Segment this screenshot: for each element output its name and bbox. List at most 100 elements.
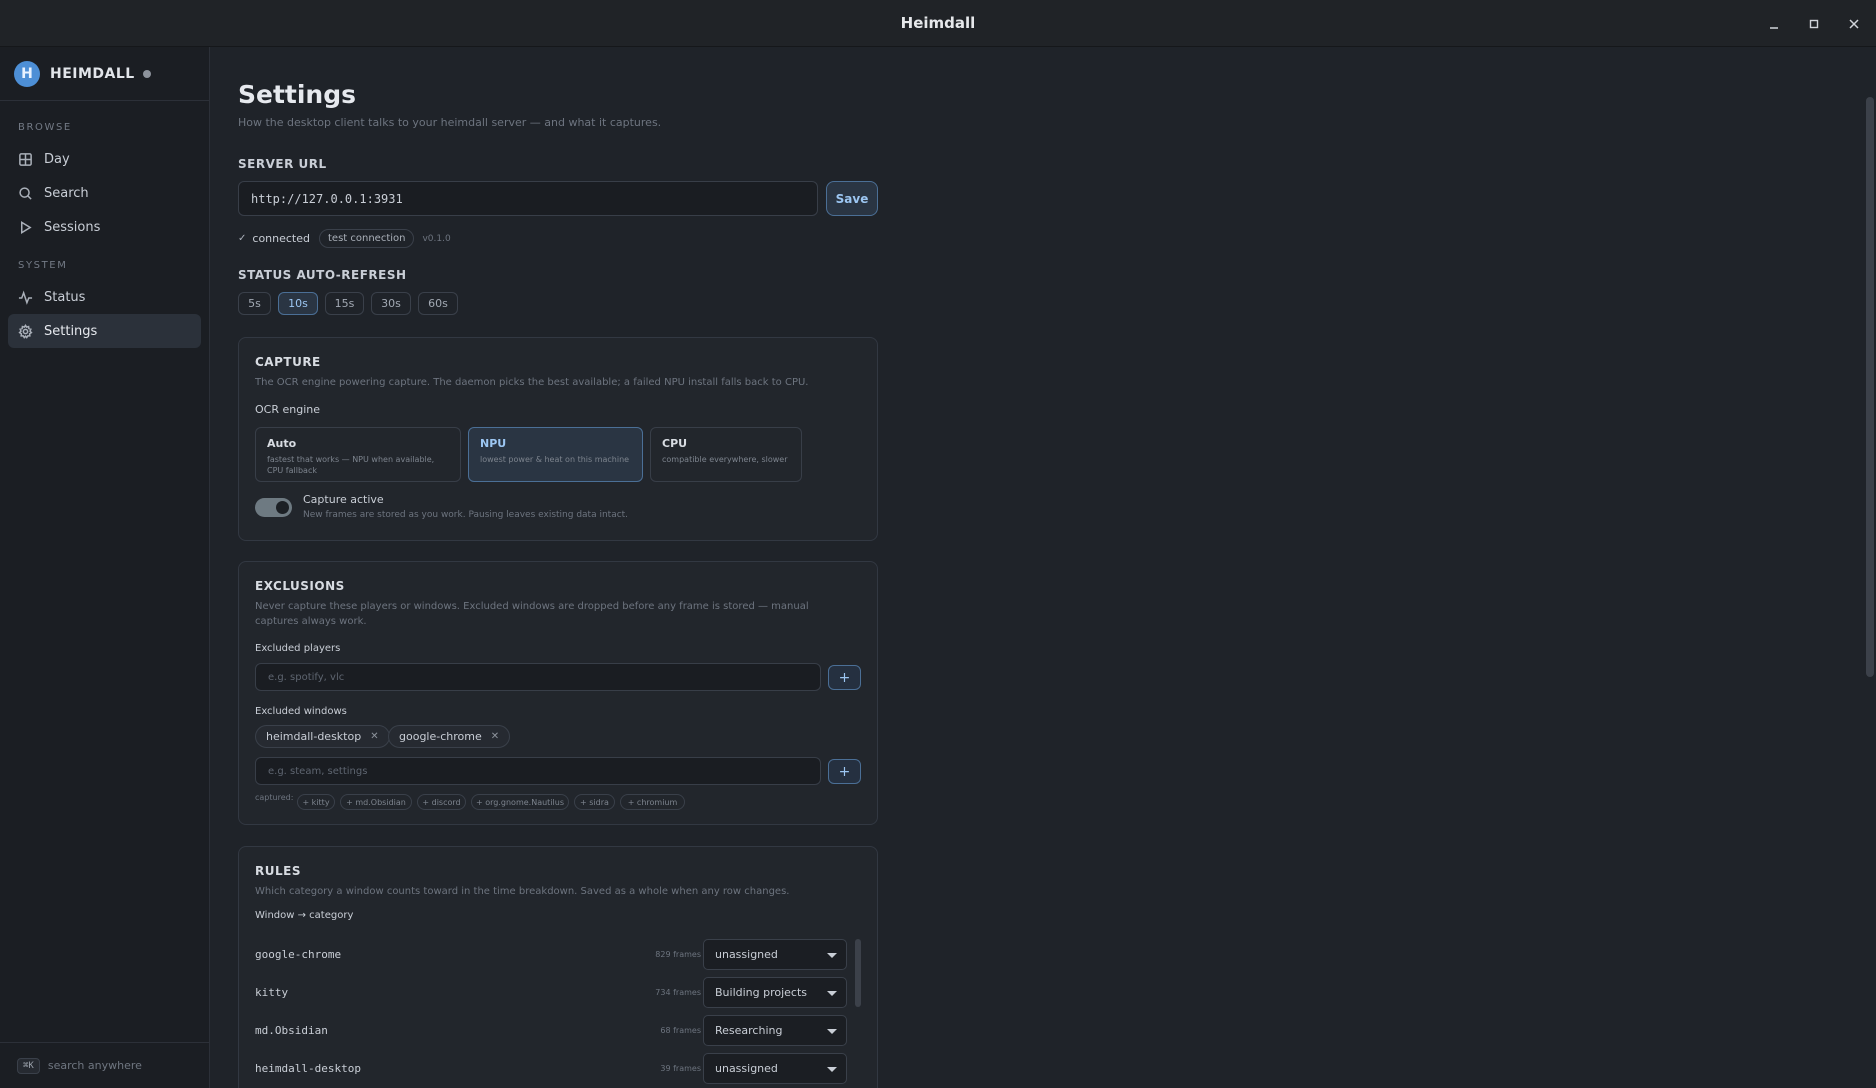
sidebar: H HEIMDALL BROWSE Day Search Sessions SY… xyxy=(0,47,210,1088)
capture-description: The OCR engine powering capture. The dae… xyxy=(255,377,809,388)
server-url-label: SERVER URL xyxy=(238,157,327,171)
captured-suggestion-chip[interactable]: + md.Obsidian xyxy=(340,794,412,810)
page-subtitle: How the desktop client talks to your hei… xyxy=(238,116,662,129)
rule-row: kitty 734 frames Building projects xyxy=(255,977,851,1009)
search-icon xyxy=(19,186,32,200)
sidebar-item-search[interactable]: Search xyxy=(8,176,201,210)
rule-window-name: google-chrome xyxy=(255,948,342,961)
engine-option-desc: fastest that works — NPU when available,… xyxy=(267,455,435,475)
refresh-option-10s[interactable]: 10s xyxy=(278,292,318,315)
window-title: Heimdall xyxy=(900,14,976,32)
sidebar-item-sessions[interactable]: Sessions xyxy=(8,210,201,244)
play-icon xyxy=(21,220,32,234)
check-icon: ✓ xyxy=(238,233,247,244)
category-select-value: unassigned xyxy=(715,948,778,961)
capture-title: CAPTURE xyxy=(255,355,321,369)
engine-option-npu[interactable]: NPU lowest power & heat on this machine xyxy=(468,427,643,482)
chip-label: heimdall-desktop xyxy=(266,730,362,743)
refresh-option-15s[interactable]: 15s xyxy=(325,292,364,315)
activity-icon xyxy=(18,290,33,305)
rule-frame-count: 829 frames xyxy=(655,950,701,959)
engine-option-cpu[interactable]: CPU compatible everywhere, slower xyxy=(650,427,802,482)
page-scrollbar[interactable] xyxy=(1864,47,1876,1088)
captured-suggestion-chip[interactable]: + discord xyxy=(417,794,466,810)
window-category-label: Window → category xyxy=(255,910,354,921)
sidebar-item-day[interactable]: Day xyxy=(8,142,201,176)
capture-active-desc: New frames are stored as you work. Pausi… xyxy=(303,510,629,520)
excluded-window-chip: google-chrome ✕ xyxy=(388,725,511,748)
excluded-windows-input[interactable]: e.g. steam, settings xyxy=(255,757,821,785)
section-label-system: SYSTEM xyxy=(18,260,68,271)
excluded-window-chip: heimdall-desktop ✕ xyxy=(255,725,390,748)
remove-chip-icon[interactable]: ✕ xyxy=(491,731,499,742)
remove-chip-icon[interactable]: ✕ xyxy=(370,731,378,742)
engine-option-desc: lowest power & heat on this machine xyxy=(480,455,630,464)
rule-frame-count: 39 frames xyxy=(660,1064,701,1073)
capture-active-label: Capture active xyxy=(303,493,384,506)
capture-active-toggle[interactable] xyxy=(255,498,292,517)
gear-icon xyxy=(18,323,33,339)
engine-option-title: Auto xyxy=(267,437,297,450)
sidebar-item-settings[interactable]: Settings xyxy=(8,314,201,348)
minimize-icon[interactable] xyxy=(1754,0,1794,47)
global-search-hint[interactable]: ⌘K search anywhere xyxy=(0,1042,209,1088)
maximize-icon[interactable] xyxy=(1794,0,1834,47)
server-url-input[interactable]: http://127.0.0.1:3931 xyxy=(238,181,818,216)
engine-option-title: NPU xyxy=(480,437,507,450)
section-label-browse: BROWSE xyxy=(18,122,72,133)
sidebar-item-label: Day xyxy=(44,151,70,167)
category-select-value: Building projects xyxy=(715,986,808,999)
close-icon[interactable] xyxy=(1834,0,1874,47)
exclusions-description: Never capture these players or windows. … xyxy=(255,601,809,627)
excluded-windows-label: Excluded windows xyxy=(255,706,347,717)
rules-card: RULES Which category a window counts tow… xyxy=(238,846,878,1088)
engine-option-auto[interactable]: Auto fastest that works — NPU when avail… xyxy=(255,427,461,482)
category-select[interactable]: Building projects xyxy=(703,977,847,1008)
captured-label: captured: xyxy=(255,793,294,802)
category-select[interactable]: unassigned xyxy=(703,939,847,970)
captured-suggestion-chip[interactable]: + kitty xyxy=(297,794,335,810)
page-scrollbar-thumb[interactable] xyxy=(1866,97,1874,677)
page-title: Settings xyxy=(238,80,357,109)
captured-suggestion-chip[interactable]: + org.gnome.Nautilus xyxy=(471,794,569,810)
chevron-down-icon xyxy=(827,953,837,958)
category-select[interactable]: unassigned xyxy=(703,1053,847,1084)
rule-row: google-chrome 829 frames unassigned xyxy=(255,939,851,971)
refresh-option-30s[interactable]: 30s xyxy=(371,292,411,315)
category-select-value: unassigned xyxy=(715,1062,778,1075)
exclusions-title: EXCLUSIONS xyxy=(255,579,345,593)
rule-row: heimdall-desktop 39 frames unassigned xyxy=(255,1053,851,1085)
rule-window-name: heimdall-desktop xyxy=(255,1062,361,1075)
title-bar: Heimdall xyxy=(0,0,1876,47)
shortcut-badge: ⌘K xyxy=(17,1057,40,1074)
ocr-engine-label: OCR engine xyxy=(255,403,320,416)
brand[interactable]: H HEIMDALL xyxy=(0,47,209,101)
chevron-down-icon xyxy=(827,991,837,996)
rule-window-name: kitty xyxy=(255,986,289,999)
sidebar-item-label: Sessions xyxy=(44,219,101,235)
excluded-players-input[interactable]: e.g. spotify, vlc xyxy=(255,663,821,691)
refresh-option-5s[interactable]: 5s xyxy=(238,292,271,315)
exclusions-card: EXCLUSIONS Never capture these players o… xyxy=(238,561,878,825)
rules-title: RULES xyxy=(255,864,301,878)
chip-label: google-chrome xyxy=(399,730,482,743)
rule-row: md.Obsidian 68 frames Researching xyxy=(255,1015,851,1047)
save-button[interactable]: Save xyxy=(826,181,878,216)
add-player-button[interactable]: + xyxy=(828,665,861,690)
refresh-option-60s[interactable]: 60s xyxy=(418,292,458,315)
rules-scrollbar[interactable] xyxy=(855,939,861,1007)
sidebar-item-status[interactable]: Status xyxy=(8,280,201,314)
rule-frame-count: 68 frames xyxy=(660,1026,701,1035)
category-select-value: Researching xyxy=(715,1024,783,1037)
rule-frame-count: 734 frames xyxy=(655,988,701,997)
engine-option-desc: compatible everywhere, slower xyxy=(662,455,788,464)
captured-suggestion-chip[interactable]: + sidra xyxy=(574,794,615,810)
sidebar-item-label: Settings xyxy=(44,323,98,339)
excluded-players-label: Excluded players xyxy=(255,643,341,654)
test-connection-button[interactable]: test connection xyxy=(319,229,415,248)
captured-suggestion-chip[interactable]: + chromium xyxy=(620,794,685,810)
add-window-button[interactable]: + xyxy=(828,759,861,784)
chevron-down-icon xyxy=(827,1029,837,1034)
category-select[interactable]: Researching xyxy=(703,1015,847,1046)
auto-refresh-label: STATUS AUTO-REFRESH xyxy=(238,268,407,282)
